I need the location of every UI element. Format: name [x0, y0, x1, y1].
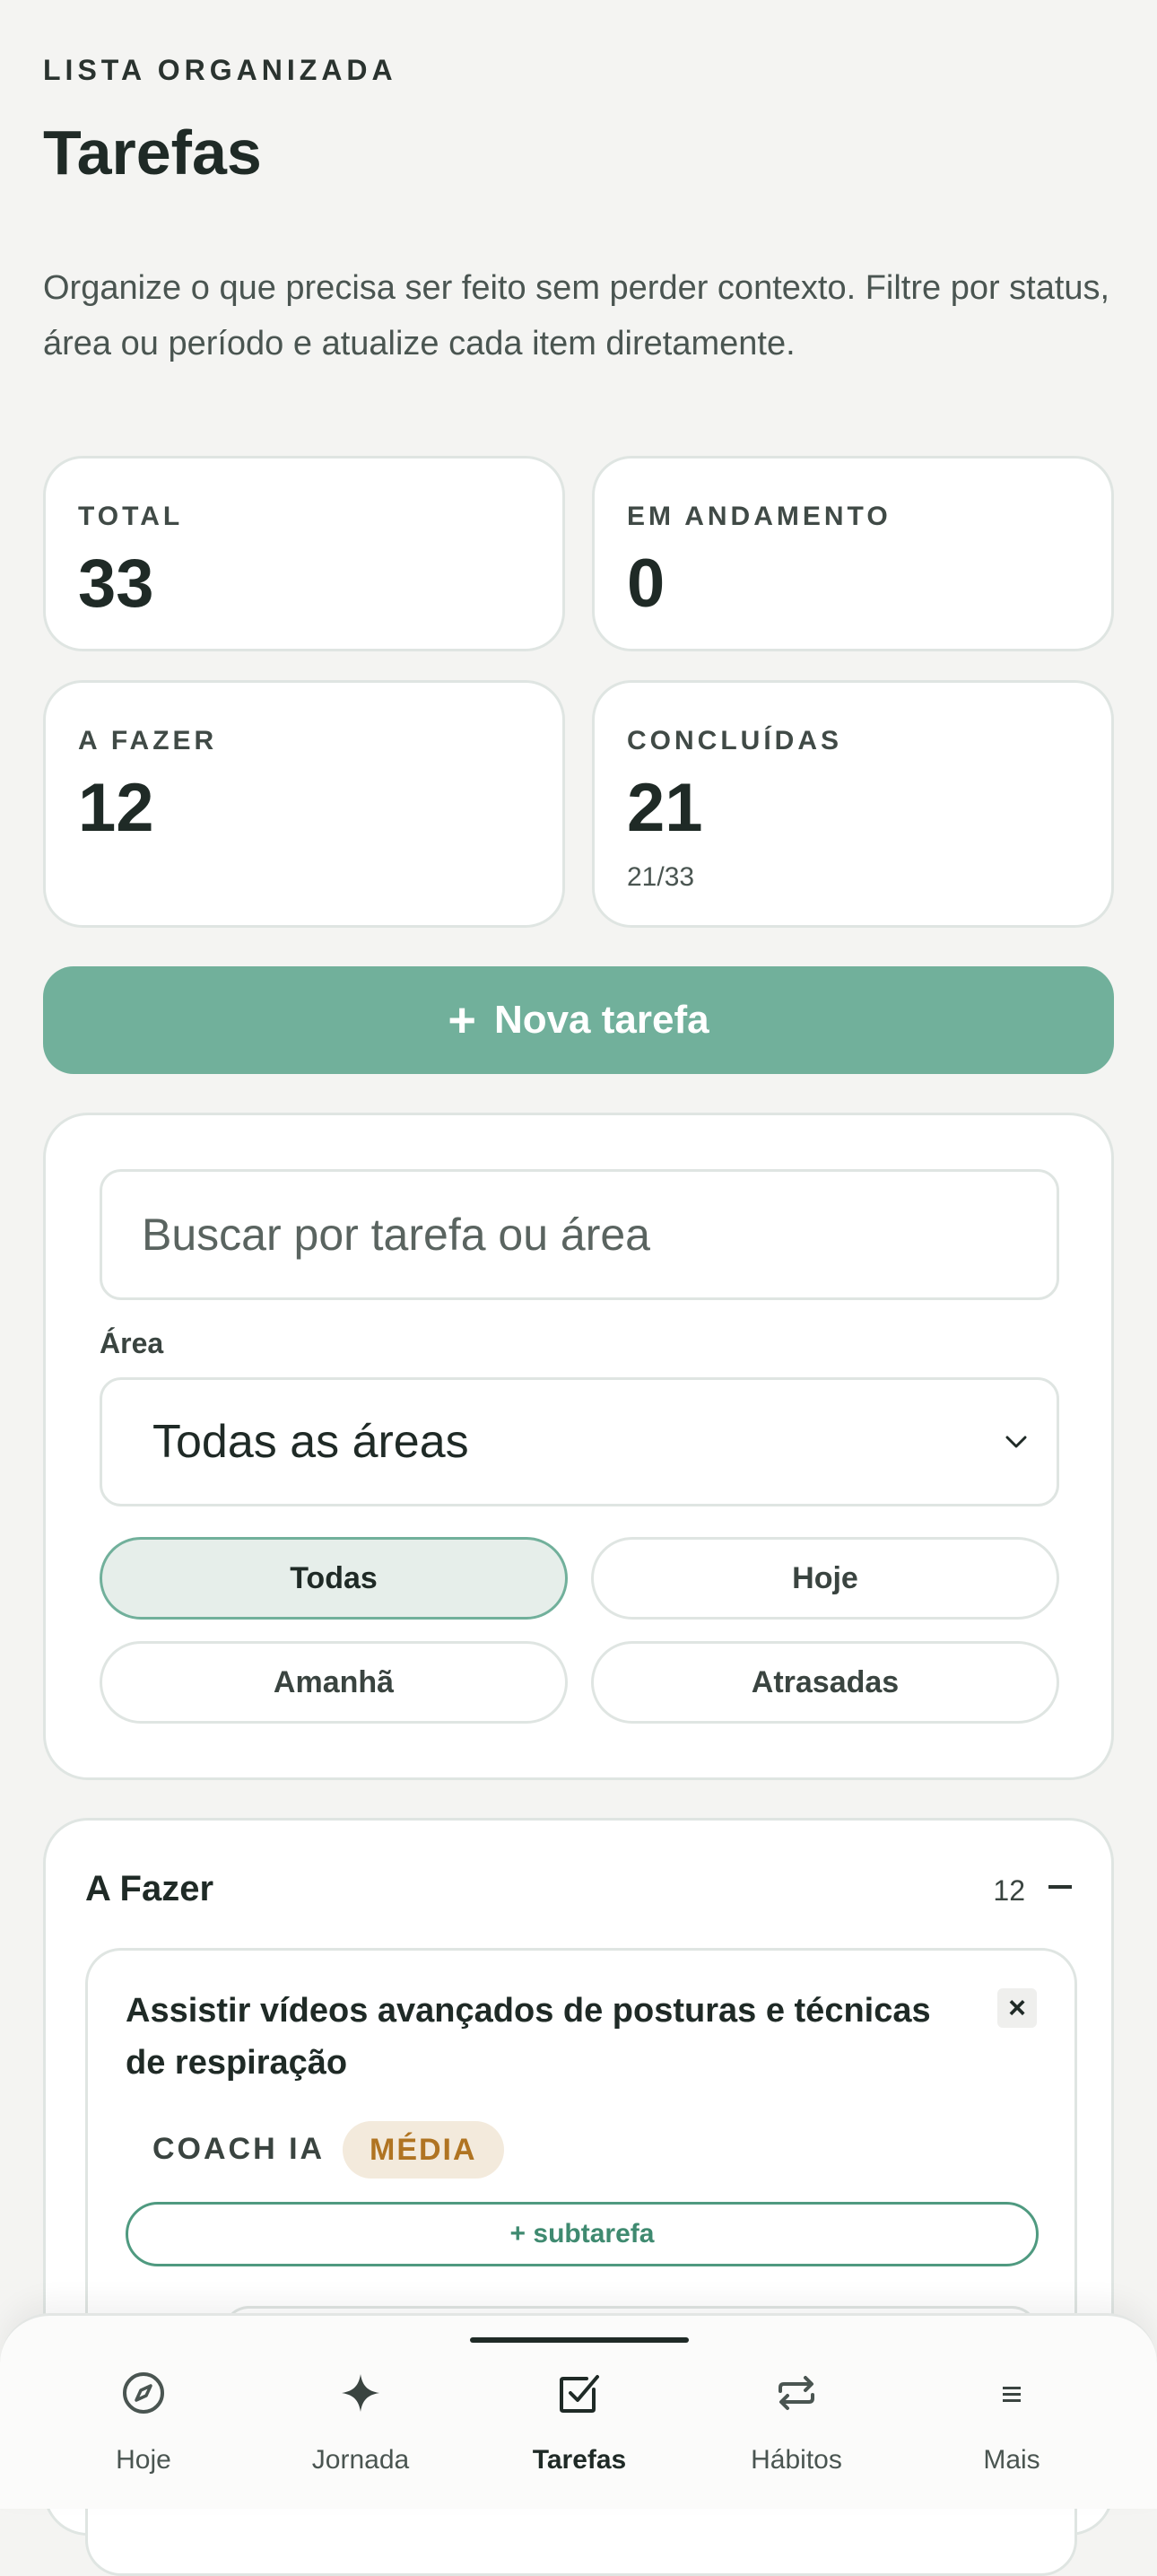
nav-label: Jornada — [311, 2445, 410, 2475]
area-select[interactable]: Todas as áreas — [100, 1377, 1059, 1506]
period-chip-tomorrow[interactable]: Amanhã — [100, 1641, 568, 1724]
stat-value: 12 — [78, 770, 154, 846]
stat-value: 0 — [627, 546, 665, 622]
nav-label: Tarefas — [532, 2445, 627, 2475]
stat-card-done: CONCLUÍDAS 21 21/33 — [592, 680, 1114, 928]
nav-label: Mais — [983, 2445, 1040, 2475]
sparkle-icon — [342, 2374, 379, 2412]
stat-card-total: TOTAL 33 — [43, 456, 565, 651]
nav-label: Hoje — [116, 2445, 171, 2475]
checkbox-icon — [560, 2375, 599, 2413]
task-area-tag: COACH IA — [152, 2132, 326, 2166]
stat-label: EM ANDAMENTO — [627, 502, 892, 531]
period-chip-overdue[interactable]: Atrasadas — [591, 1641, 1059, 1724]
bottom-nav: Hoje Jornada Tarefas Hábitos Mais — [0, 2313, 1157, 2509]
stat-card-in-progress: EM ANDAMENTO 0 — [592, 456, 1114, 651]
collapse-icon[interactable] — [1048, 1885, 1072, 1889]
stat-label: CONCLUÍDAS — [627, 726, 842, 755]
compass-icon — [123, 2372, 164, 2414]
nav-item-tarefas[interactable]: Tarefas — [472, 2316, 687, 2511]
nav-item-mais[interactable]: Mais — [904, 2316, 1119, 2511]
chevron-down-icon — [1005, 1436, 1027, 1448]
page-title: Tarefas — [43, 118, 262, 188]
nav-item-habitos[interactable]: Hábitos — [689, 2316, 904, 2511]
add-subtask-button[interactable]: + subtarefa — [126, 2202, 1039, 2266]
stat-progress: 21/33 — [627, 862, 695, 892]
nav-item-jornada[interactable]: Jornada — [253, 2316, 468, 2511]
plus-icon: + — [448, 993, 476, 1047]
stat-value: 33 — [78, 546, 154, 622]
stat-label: TOTAL — [78, 502, 184, 531]
nav-label: Hábitos — [751, 2445, 842, 2475]
area-filter-label: Área — [100, 1327, 164, 1359]
page-subtitle: Organize o que precisa ser feito sem per… — [43, 269, 1110, 362]
stat-card-todo: A FAZER 12 — [43, 680, 565, 928]
priority-badge: MÉDIA — [343, 2121, 504, 2179]
close-icon[interactable]: × — [997, 1988, 1037, 2028]
period-chip-all[interactable]: Todas — [100, 1537, 568, 1620]
group-title: A Fazer — [85, 1869, 214, 1908]
search-input[interactable]: Buscar por tarefa ou área — [100, 1169, 1059, 1300]
repeat-icon — [779, 2376, 814, 2410]
period-chip-today[interactable]: Hoje — [591, 1537, 1059, 1620]
stat-label: A FAZER — [78, 726, 218, 755]
task-title: Assistir vídeos avançados de posturas e … — [126, 1992, 931, 2082]
nav-item-hoje[interactable]: Hoje — [36, 2316, 251, 2511]
menu-icon — [1003, 2387, 1021, 2402]
stat-value: 21 — [627, 770, 703, 846]
page-eyebrow: LISTA ORGANIZADA — [43, 54, 397, 86]
new-task-button[interactable]: + Nova tarefa — [43, 966, 1114, 1074]
group-count: 12 — [993, 1874, 1025, 1907]
new-task-label: Nova tarefa — [493, 998, 709, 1042]
filters-card: Buscar por tarefa ou área Área Todas as … — [43, 1113, 1114, 1780]
area-select-value: Todas as áreas — [152, 1416, 469, 1468]
